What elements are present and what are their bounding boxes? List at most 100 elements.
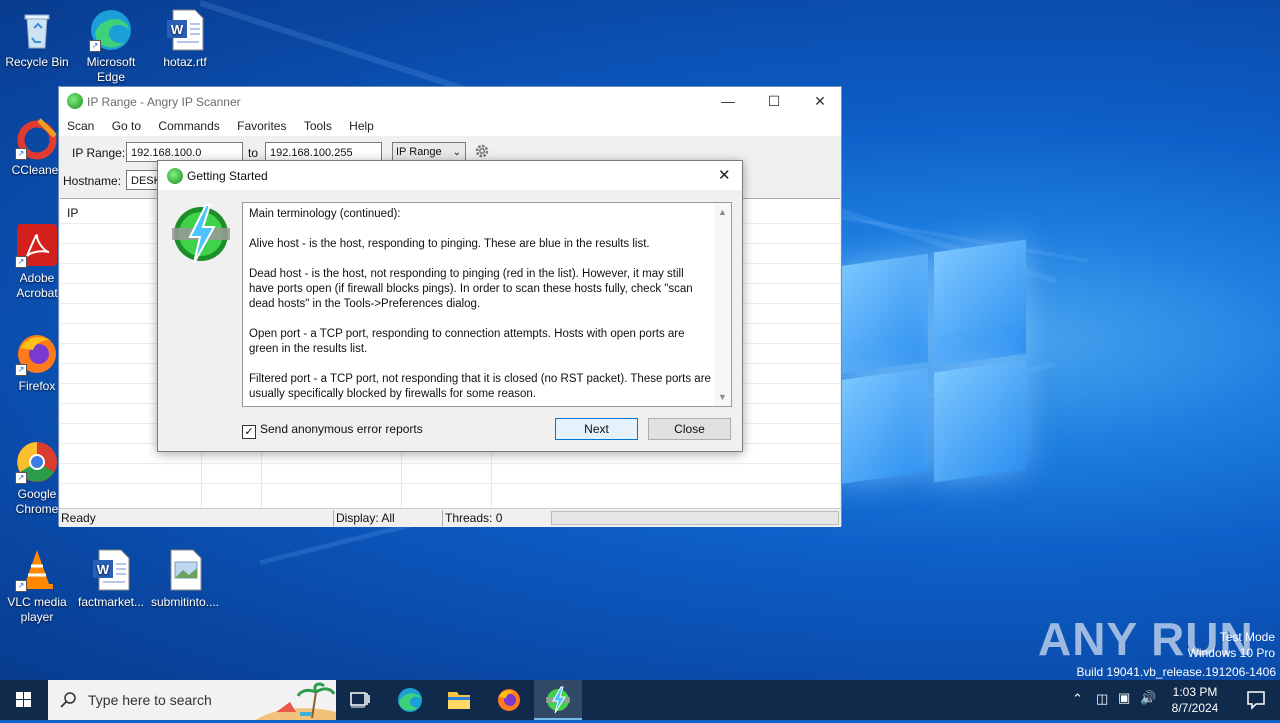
clock-date: 8/7/2024 <box>1171 701 1219 715</box>
taskbar-search-box[interactable]: Type here to search <box>48 680 336 720</box>
desktop-icon-label: Microsoft Edge <box>86 55 136 84</box>
menu-bar: Scan Go to Commands Favorites Tools Help <box>59 116 841 136</box>
terminology-text-area[interactable]: Main terminology (continued): Alive host… <box>242 202 732 407</box>
taskbar-file-explorer-button[interactable] <box>435 680 483 720</box>
windows-logo-wallpaper <box>840 238 1030 485</box>
error-reports-checkbox[interactable]: ✓ <box>242 425 256 439</box>
taskbar-firefox-button[interactable] <box>485 680 533 720</box>
desktop-icon-label: Recycle Bin <box>5 55 69 69</box>
word-document-icon: W <box>163 8 207 52</box>
test-mode-text: Test Mode <box>1219 630 1275 644</box>
minimize-button[interactable]: — <box>705 87 751 116</box>
status-display: Display: All <box>336 511 395 525</box>
error-reports-checkbox-row[interactable]: ✓ Send anonymous error reports <box>242 422 423 439</box>
column-header-ip[interactable]: IP <box>67 206 78 220</box>
network-icon[interactable]: ▣ <box>1118 690 1130 706</box>
start-button[interactable] <box>0 680 48 720</box>
svg-text:W: W <box>97 562 110 577</box>
desktop-icon-hotaz-rtf[interactable]: W hotaz.rtf <box>148 8 222 70</box>
terminology-paragraph: Filtered port - a TCP port, not respondi… <box>249 373 711 400</box>
notifications-button[interactable] <box>1232 680 1280 720</box>
edge-icon <box>398 688 422 712</box>
word-document-icon: W <box>89 548 133 592</box>
search-placeholder: Type here to search <box>88 692 212 708</box>
text-scrollbar[interactable]: ▲ ▼ <box>714 203 731 406</box>
scroll-down-icon[interactable]: ▼ <box>714 390 731 404</box>
taskbar-edge-button[interactable] <box>386 680 434 720</box>
svg-text:W: W <box>171 22 184 37</box>
windows-edition-text: Windows 10 Pro <box>1187 646 1275 660</box>
terminology-paragraph: Open port - a TCP port, responding to co… <box>249 328 685 355</box>
terminology-paragraph: Alive host - is the host, responding to … <box>249 238 650 250</box>
hostname-label: Hostname: <box>63 174 122 188</box>
acrobat-icon: ↗ <box>15 224 59 268</box>
volume-icon[interactable]: 🔊 <box>1140 690 1156 706</box>
dialog-title: Getting Started <box>187 169 268 183</box>
shortcut-arrow-icon: ↗ <box>15 148 27 160</box>
desktop-icon-recycle-bin[interactable]: Recycle Bin <box>0 8 74 70</box>
close-button[interactable]: Close <box>648 418 731 440</box>
next-button[interactable]: Next <box>555 418 638 440</box>
chevron-up-icon[interactable]: ⌃ <box>1072 691 1083 707</box>
shortcut-arrow-icon: ↗ <box>15 472 27 484</box>
taskbar: Type here to search ⌃ ◫ ▣ 🔊 1:03 PM 8/7/… <box>0 680 1280 720</box>
desktop-icon-factmarket[interactable]: W factmarket... <box>74 548 148 610</box>
main-window-title: IP Range - Angry IP Scanner <box>87 95 241 109</box>
menu-go-to[interactable]: Go to <box>108 116 145 136</box>
taskbar-angry-ip-scanner-button[interactable] <box>534 680 582 720</box>
desktop-icon-vlc[interactable]: ↗ VLC media player <box>0 548 74 625</box>
angry-ip-scanner-logo-icon <box>170 203 232 265</box>
windows-start-icon <box>16 692 31 707</box>
status-threads: Threads: 0 <box>445 511 503 525</box>
desktop-icon-submitinto[interactable]: submitinto.... <box>148 548 222 610</box>
shortcut-arrow-icon: ↗ <box>15 580 27 592</box>
angry-ip-scanner-icon <box>546 686 570 714</box>
menu-help[interactable]: Help <box>345 116 378 136</box>
menu-favorites[interactable]: Favorites <box>233 116 290 136</box>
getting-started-dialog[interactable]: Getting Started ✕ Main terminology (cont… <box>157 160 743 452</box>
status-bar: Ready Display: All Threads: 0 <box>59 508 841 527</box>
shortcut-arrow-icon: ↗ <box>89 40 101 52</box>
dialog-close-icon[interactable]: ✕ <box>718 166 731 184</box>
ip-range-end-input[interactable]: 192.168.100.255 <box>265 142 382 162</box>
ccleaner-icon: ↗ <box>15 116 59 160</box>
desktop-icon-label: factmarket... <box>77 595 145 609</box>
desktop-icon-microsoft-edge[interactable]: ↗ Microsoft Edge <box>74 8 148 85</box>
task-view-button[interactable] <box>336 680 384 720</box>
to-label: to <box>248 146 259 160</box>
shortcut-arrow-icon: ↗ <box>15 364 27 376</box>
scroll-up-icon[interactable]: ▲ <box>714 205 731 219</box>
device-icon[interactable]: ◫ <box>1096 691 1108 707</box>
image-file-icon <box>163 548 207 592</box>
desktop-icon-label: VLC media player <box>7 595 67 624</box>
dialog-titlebar[interactable]: Getting Started ✕ <box>158 161 742 190</box>
menu-scan[interactable]: Scan <box>63 116 98 136</box>
firefox-icon: ↗ <box>15 332 59 376</box>
edge-icon: ↗ <box>89 8 133 52</box>
error-reports-label: Send anonymous error reports <box>260 422 423 436</box>
close-window-button[interactable]: ✕ <box>797 87 843 116</box>
notification-icon <box>1247 691 1265 710</box>
taskbar-clock[interactable]: 1:03 PM 8/7/2024 <box>1160 684 1230 716</box>
terminology-paragraph: Dead host - is the host, not responding … <box>249 268 693 310</box>
search-icon <box>60 692 76 708</box>
status-state: Ready <box>61 511 96 525</box>
system-tray: ⌃ ◫ ▣ 🔊 <box>1068 680 1158 720</box>
build-text: Build 19041.vb_release.191206-1406 <box>1076 665 1277 679</box>
angry-ip-scanner-icon <box>167 168 183 184</box>
feeder-select-value: IP Range <box>396 146 442 158</box>
menu-tools[interactable]: Tools <box>300 116 336 136</box>
folder-icon <box>448 692 470 709</box>
ip-range-start-input[interactable]: 192.168.100.0 <box>126 142 243 162</box>
angry-ip-scanner-icon <box>67 93 83 109</box>
desktop-icon-label: submitinto.... <box>150 595 220 609</box>
main-window-titlebar[interactable]: IP Range - Angry IP Scanner — ☐ ✕ <box>59 87 841 116</box>
task-view-icon <box>350 692 370 708</box>
scan-progress-bar <box>551 511 839 525</box>
ip-range-label: IP Range: <box>72 146 126 160</box>
menu-commands[interactable]: Commands <box>154 116 223 136</box>
shortcut-arrow-icon: ↗ <box>15 256 27 268</box>
maximize-button[interactable]: ☐ <box>751 87 797 116</box>
feeder-select[interactable]: IP Range ⌄ <box>392 142 466 162</box>
terminology-content: Main terminology (continued): Alive host… <box>249 207 711 406</box>
